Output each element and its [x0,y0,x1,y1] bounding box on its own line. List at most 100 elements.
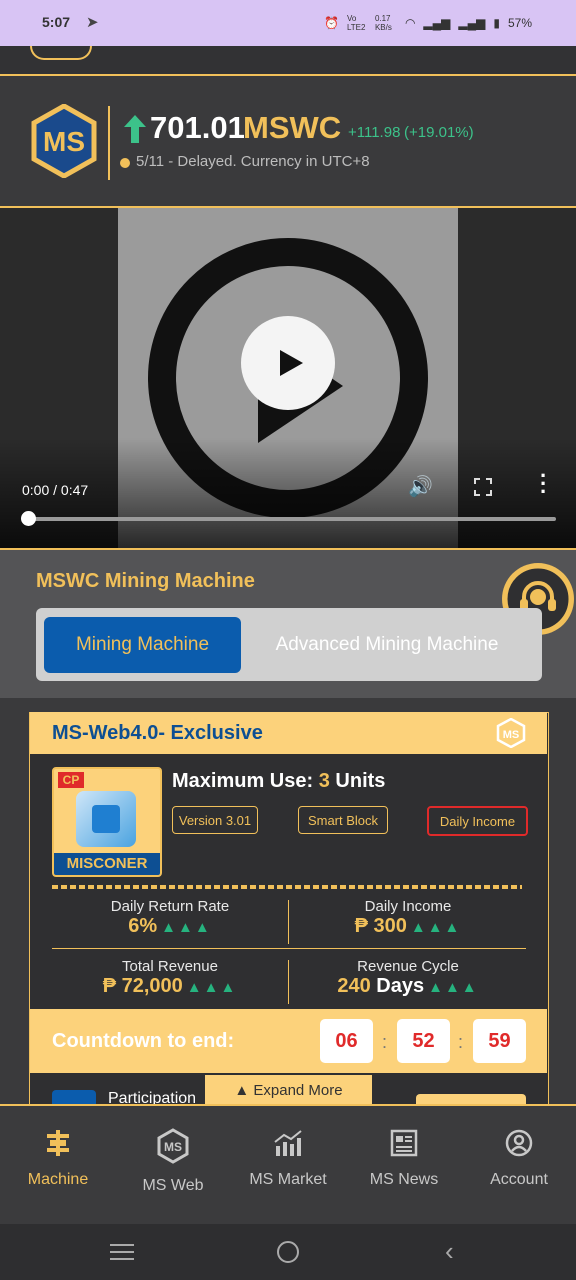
machine-icon [47,1130,69,1156]
max-use-value: 3 [318,770,330,792]
top-logo-partial [30,46,92,60]
max-use-label: Maximum Use: [172,770,314,792]
clock-icon [120,158,130,168]
stat-separator [288,960,289,1004]
volume-icon[interactable]: 🔊 [408,474,433,499]
stat-daily-income: Daily Income ₱ 300 ▲▲▲ [290,898,526,938]
stat-value: ₱ 300 [354,915,407,937]
svg-text:MS: MS [164,1140,182,1154]
tag-version: Version 3.01 [172,806,258,834]
stat-label: Total Revenue [122,958,218,975]
up-arrows-icon: ▲▲▲ [161,919,212,936]
price-currency: MSWC [243,110,342,145]
stat-value-wrap: 6% ▲▲▲ [52,915,288,938]
divider [0,548,576,550]
countdown-label: Countdown to end: [52,1030,235,1052]
svg-text:MS: MS [503,729,520,741]
more-options-icon[interactable]: · · · [540,465,547,503]
network-label: Vo LTE2 [346,14,366,32]
nav-ms-news[interactable]: MS News [349,1128,459,1189]
countdown-hours: 06 [320,1019,373,1063]
stat-daily-return: Daily Return Rate 6% ▲▲▲ [52,898,288,938]
stat-divider [52,948,526,949]
product-badge: CP [58,772,84,788]
news-icon [390,1129,418,1157]
tag-daily-income: Daily Income [427,806,528,836]
countdown-minutes: 52 [397,1019,450,1063]
status-icons: ⏰ Vo LTE2 0.17 KB/s ◠ ▂▄▆ ▂▄▆ ▮ 57% [324,14,532,32]
price-value: 701.01 [150,110,245,145]
stat-label: Daily Income [364,898,452,915]
section-title: MSWC Mining Machine [36,570,255,592]
fullscreen-icon[interactable] [474,478,492,496]
back-icon[interactable]: ‹ [445,1236,454,1267]
product-image: CP MISCONER [52,767,162,877]
tag-smart-block: Smart Block [298,806,388,834]
video-time: 0:00 / 0:47 [22,482,89,498]
price-up-arrow-icon [124,115,146,143]
price-note: 5/11 - Delayed. Currency in UTC+8 [136,153,370,170]
status-time: 5:07 [42,14,71,30]
status-bar: 5:07 ➤ ⏰ Vo LTE2 0.17 KB/s ◠ ▂▄▆ ▂▄▆ ▮ 5… [0,0,576,46]
stat-value-wrap: 240 Days ▲▲▲ [290,975,526,998]
nav-machine[interactable]: Machine [3,1128,113,1189]
nav-ms-market[interactable]: MS Market [233,1128,343,1189]
dotted-divider [52,885,522,889]
nav-label: Machine [27,1171,89,1188]
telegram-icon: ➤ [86,14,99,31]
nav-label: MS Web [142,1177,204,1194]
expand-more-button[interactable]: ▲ Expand More [205,1075,372,1105]
countdown-colon: : [382,1032,388,1052]
video-progress-knob[interactable] [21,511,36,526]
nav-account[interactable]: Account [464,1128,574,1189]
speed-label: 0.17 KB/s [374,14,392,32]
up-arrows-icon: ▲▲▲ [428,979,479,996]
stat-value: 6% [128,915,158,937]
battery-level: 57% [507,16,532,30]
stat-label: Daily Return Rate [110,898,230,915]
stat-value-wrap: ₱ 72,000 ▲▲▲ [52,975,288,998]
recent-apps-icon[interactable] [110,1244,134,1260]
account-icon [505,1129,533,1157]
svg-text:MS: MS [43,126,85,157]
stat-label: Revenue Cycle [357,958,459,975]
signal-icon: ▂▄▆ [423,16,451,30]
stat-value: ₱ 72,000 [102,975,183,997]
tab-mining-machine[interactable]: Mining Machine [44,617,241,673]
up-arrows-icon: ▲▲▲ [410,919,462,936]
up-arrows-icon: ▲▲▲ [186,979,238,996]
play-button[interactable] [241,316,335,410]
nav-label: MS Market [249,1171,327,1188]
play-icon [280,350,303,376]
ms-logo-icon: MS [31,104,97,178]
nav-label: Account [490,1171,548,1188]
stat-value-wrap: ₱ 300 ▲▲▲ [290,915,526,938]
video-progress-track[interactable] [28,517,556,521]
price-change: +111.98 [348,124,401,141]
battery-icon: ▮ [493,16,500,30]
nav-ms-web[interactable]: MS MS Web [118,1128,228,1195]
ms-small-logo-icon: MS [496,718,526,748]
nav-label: MS News [369,1171,439,1188]
max-use: Maximum Use: 3 Units [172,770,385,793]
product-name: MISCONER [54,853,160,875]
price-change-pct: (+19.01%) [404,124,474,141]
stat-revenue-cycle: Revenue Cycle 240 Days ▲▲▲ [290,958,526,998]
stat-value-unit: Days [376,975,425,997]
stat-value-num: 240 [337,975,371,997]
signal-icon-2: ▂▄▆ [458,16,486,30]
ms-web-icon: MS [157,1128,189,1164]
header-separator [108,106,110,180]
stat-total-revenue: Total Revenue ₱ 72,000 ▲▲▲ [52,958,288,998]
cube-core [92,805,120,833]
alarm-icon: ⏰ [323,16,339,30]
market-chart-icon [274,1130,302,1156]
wifi-icon: ◠ [404,16,416,30]
tab-advanced-mining-machine[interactable]: Advanced Mining Machine [258,617,516,673]
countdown-colon: : [458,1032,464,1052]
max-use-unit: Units [335,770,386,792]
card-title: MS-Web4.0- Exclusive [52,722,263,744]
stat-separator [288,900,289,944]
countdown-seconds: 59 [473,1019,526,1063]
home-icon[interactable] [277,1241,299,1263]
